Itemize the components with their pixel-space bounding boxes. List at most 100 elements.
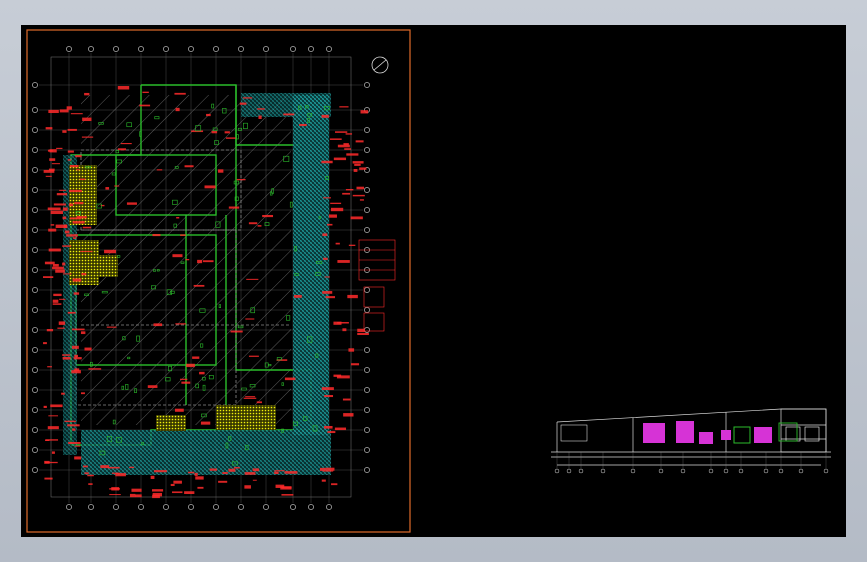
axis-bubbles-left xyxy=(32,82,38,473)
annotation-mark xyxy=(84,92,90,96)
annotation-mark xyxy=(333,157,347,161)
annotation-mark xyxy=(74,456,82,460)
annotation-mark xyxy=(67,159,72,161)
axis-marker xyxy=(798,468,804,474)
annotation-mark xyxy=(257,225,262,227)
annotation-mark xyxy=(64,230,70,234)
annotation-mark xyxy=(58,321,66,325)
annotation-mark xyxy=(100,465,110,469)
annotation-mark xyxy=(51,163,60,165)
axis-bubble xyxy=(308,504,314,510)
annotation-mark xyxy=(357,332,369,336)
axis-bubble xyxy=(308,46,314,52)
cad-model-viewport[interactable] xyxy=(21,25,846,537)
axis-marker xyxy=(778,468,784,474)
annotation-mark xyxy=(335,242,340,245)
axis-bubble xyxy=(32,307,38,313)
annotation-mark xyxy=(329,138,342,140)
annotation-mark xyxy=(48,248,61,252)
annotation-mark xyxy=(334,427,347,431)
annotation-mark xyxy=(252,468,260,472)
annotation-mark xyxy=(199,371,205,375)
annotation-mark xyxy=(73,357,82,360)
annotation-mark xyxy=(321,114,329,118)
annotation-mark xyxy=(106,326,117,328)
annotation-mark xyxy=(330,207,344,212)
annotation-mark xyxy=(170,483,175,487)
annotation-mark xyxy=(108,466,120,469)
annotation-mark xyxy=(142,91,149,94)
axis-bubble xyxy=(364,427,370,433)
annotation-mark xyxy=(359,167,367,170)
annotation-mark xyxy=(175,107,180,112)
annotation-mark xyxy=(245,396,256,398)
annotation-mark xyxy=(327,431,336,434)
annotation-mark xyxy=(55,224,67,229)
annotation-mark xyxy=(202,260,214,263)
axis-marker xyxy=(600,468,606,474)
annotation-mark xyxy=(244,485,251,489)
axis-bubble xyxy=(32,447,38,453)
annotation-mark xyxy=(73,292,80,295)
annotation-mark xyxy=(333,321,342,325)
annotation-mark xyxy=(88,483,93,485)
axis-bubbles-top xyxy=(66,46,332,52)
annotation-mark xyxy=(176,216,180,219)
axis-bubble xyxy=(66,504,72,510)
annotation-mark xyxy=(319,467,326,471)
axis-bubble xyxy=(138,504,144,510)
annotation-mark xyxy=(62,262,66,266)
annotation-mark xyxy=(245,318,255,320)
annotation-mark xyxy=(154,470,167,473)
axis-bubble xyxy=(213,504,219,510)
annotation-mark xyxy=(324,276,331,278)
axis-bubble xyxy=(364,327,370,333)
annotation-mark xyxy=(342,398,351,401)
annotation-mark xyxy=(68,442,81,444)
annotation-mark xyxy=(131,488,142,492)
cad-drawing-canvas[interactable] xyxy=(21,25,846,537)
axis-marker xyxy=(630,468,636,474)
annotation-mark xyxy=(343,413,354,417)
axis-marker xyxy=(738,468,744,474)
axis-marker xyxy=(566,468,572,474)
annotation-mark xyxy=(150,475,155,479)
annotation-mark xyxy=(322,233,328,237)
annotation-mark xyxy=(43,342,47,345)
annotation-mark xyxy=(67,128,77,131)
axis-bubble xyxy=(188,46,194,52)
annotation-mark xyxy=(195,476,204,480)
annotation-mark xyxy=(174,92,186,95)
axis-bubble xyxy=(163,46,169,52)
section-elevation[interactable] xyxy=(551,408,831,474)
annotation-mark xyxy=(274,471,279,474)
annotation-mark xyxy=(344,148,351,150)
annotation-mark xyxy=(342,192,351,195)
annotation-mark xyxy=(197,259,203,264)
annotation-mark xyxy=(53,203,66,206)
annotation-mark xyxy=(73,237,77,239)
annotation-mark xyxy=(174,408,184,412)
annotation-mark xyxy=(258,115,262,119)
annotation-mark xyxy=(326,223,333,226)
annotation-mark xyxy=(64,420,76,423)
axis-bubble xyxy=(32,367,38,373)
axis-bubble xyxy=(32,467,38,473)
annotation-mark xyxy=(346,153,359,156)
annotation-mark xyxy=(47,366,52,368)
annotation-mark xyxy=(114,185,120,187)
annotation-mark xyxy=(120,142,132,145)
annotation-mark xyxy=(342,328,347,332)
annotation-mark xyxy=(83,465,88,468)
annotation-mark xyxy=(59,109,69,113)
annotation-mark xyxy=(197,486,204,489)
annotation-mark xyxy=(56,147,63,150)
floor-plan[interactable] xyxy=(32,46,396,510)
annotation-mark xyxy=(172,254,183,258)
annotation-mark xyxy=(129,493,136,498)
axis-marker xyxy=(554,468,560,474)
axis-bubble xyxy=(364,467,370,473)
annotation-mark xyxy=(71,328,85,331)
annotation-mark xyxy=(129,466,135,469)
annotation-mark xyxy=(172,491,183,494)
